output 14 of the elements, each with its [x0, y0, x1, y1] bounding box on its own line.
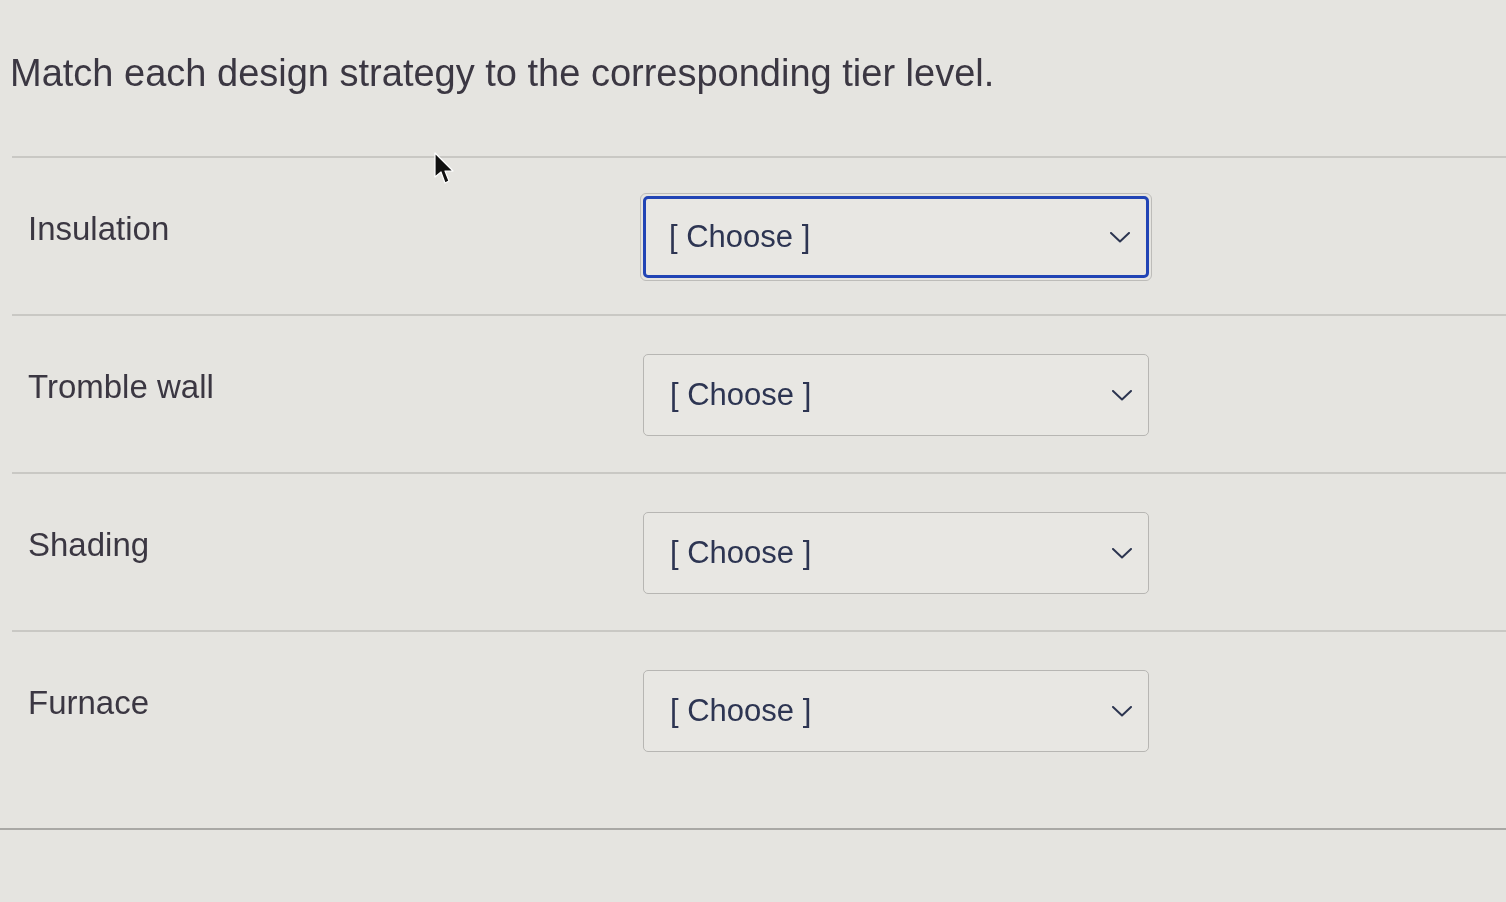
dropdown[interactable]: [ Choose ]: [643, 512, 1149, 594]
question-text: Match each design strategy to the corresponding tier level.: [9, 51, 996, 96]
dropdown[interactable]: [ Choose ]: [643, 670, 1149, 752]
chevron-down-icon: [1110, 231, 1130, 243]
chevron-down-icon: [1112, 705, 1132, 717]
chevron-down-icon: [1112, 547, 1132, 559]
strategy-label: Insulation: [28, 210, 171, 248]
strategy-label: Tromble wall: [28, 368, 215, 406]
dropdown[interactable]: [ Choose ]: [643, 196, 1149, 278]
chevron-down-icon: [1112, 389, 1132, 401]
strategy-label: Furnace: [28, 684, 151, 722]
strategy-label: Shading: [28, 526, 151, 564]
mouse-pointer-icon: [434, 152, 454, 186]
dropdown[interactable]: [ Choose ]: [643, 354, 1149, 436]
